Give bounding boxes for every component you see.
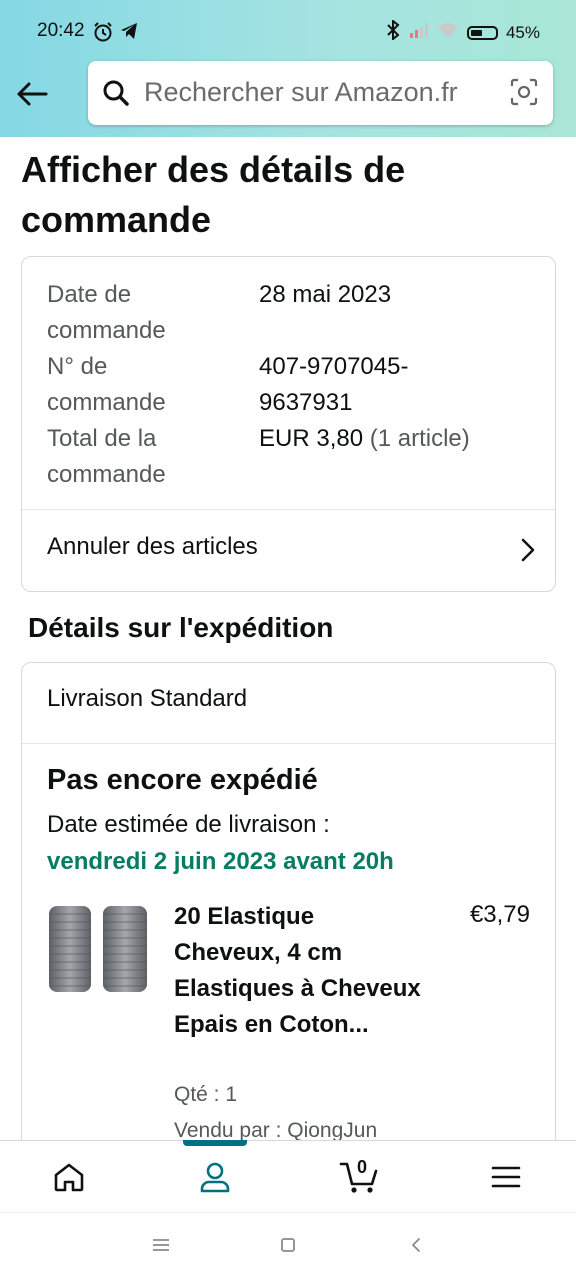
order-number-part2: 9637931 [259, 389, 353, 416]
recent-apps-button[interactable] [152, 1237, 170, 1258]
home-button[interactable] [280, 1237, 296, 1258]
product-price: €3,79 [469, 901, 530, 928]
chevron-left-icon [412, 1238, 420, 1252]
product-quantity: Qté : 1 [174, 1083, 238, 1106]
cancel-items-link[interactable]: Annuler des articles [22, 510, 555, 592]
home-icon [54, 1163, 84, 1192]
status-time: 20:42 [37, 20, 85, 41]
order-summary-card: Date de commande 28 mai 2023 N° de comma… [21, 256, 556, 592]
back-system-button[interactable] [410, 1237, 422, 1258]
top-bar: 20:42 45% Rechercher sur Amazon.fr [0, 0, 576, 137]
bluetooth-icon [385, 18, 401, 45]
cancel-items-label: Annuler des articles [47, 533, 258, 560]
nav-cart[interactable]: 0 [320, 1141, 400, 1213]
order-number-label: N° de commande [47, 353, 166, 416]
order-number-part1: 407-9707045- [259, 353, 409, 380]
product-image[interactable] [47, 903, 149, 995]
shipment-card: Livraison Standard Pas encore expédié Da… [21, 662, 556, 1182]
product-title[interactable]: 20 Elastique Cheveux, 4 cm Elastiques à … [174, 899, 424, 1043]
order-number-row: N° de commande [47, 349, 217, 421]
square-icon [281, 1238, 295, 1252]
order-date-value: 28 mai 2023 [259, 281, 392, 308]
shipment-section-title: Détails sur l'expédition [28, 612, 334, 643]
telegram-icon [120, 22, 138, 45]
order-total-value: EUR 3,80 (1 article) [259, 421, 470, 457]
estimated-delivery-date: vendredi 2 juin 2023 avant 20h [47, 848, 394, 875]
nav-menu[interactable] [466, 1141, 546, 1213]
order-total-items: (1 article) [369, 425, 470, 452]
back-button[interactable] [14, 76, 50, 112]
status-bar: 20:42 45% [0, 0, 576, 62]
order-number-value: 407-9707045- 9637931 [259, 349, 408, 421]
wifi-icon [437, 21, 459, 44]
estimated-delivery-label: Date estimée de livraison : [47, 811, 330, 838]
search-icon [102, 79, 130, 112]
nav-account[interactable] [175, 1141, 255, 1213]
shipment-status: Pas encore expédié [47, 764, 318, 796]
divider [22, 743, 555, 744]
search-bar[interactable]: Rechercher sur Amazon.fr [88, 61, 553, 125]
bottom-nav: 0 [0, 1140, 576, 1212]
order-total-amount: EUR 3,80 [259, 425, 364, 452]
order-total-row: Total de la commande [47, 421, 217, 493]
menu-icon [491, 1166, 521, 1188]
cart-count: 0 [357, 1157, 368, 1177]
battery-level: 45% [505, 22, 540, 42]
order-date-row: Date de commande [47, 277, 217, 349]
chevron-right-icon [521, 538, 535, 567]
search-input[interactable]: Rechercher sur Amazon.fr [144, 77, 458, 108]
menu-lines-icon [153, 1239, 169, 1251]
arrow-left-icon [17, 82, 48, 106]
nav-home[interactable] [29, 1141, 109, 1213]
camera-icon[interactable] [509, 77, 539, 112]
alarm-icon [92, 21, 114, 48]
page-title: Afficher des détails de commande [21, 149, 406, 240]
signal-icon [409, 22, 429, 43]
shipping-method: Livraison Standard [47, 685, 248, 712]
order-total-label: Total de la commande [47, 425, 166, 488]
battery-icon [466, 25, 498, 40]
order-date-label: Date de commande [47, 281, 166, 344]
status-right: 45% [385, 18, 540, 45]
system-nav-bar [0, 1212, 576, 1280]
user-icon [200, 1162, 230, 1193]
